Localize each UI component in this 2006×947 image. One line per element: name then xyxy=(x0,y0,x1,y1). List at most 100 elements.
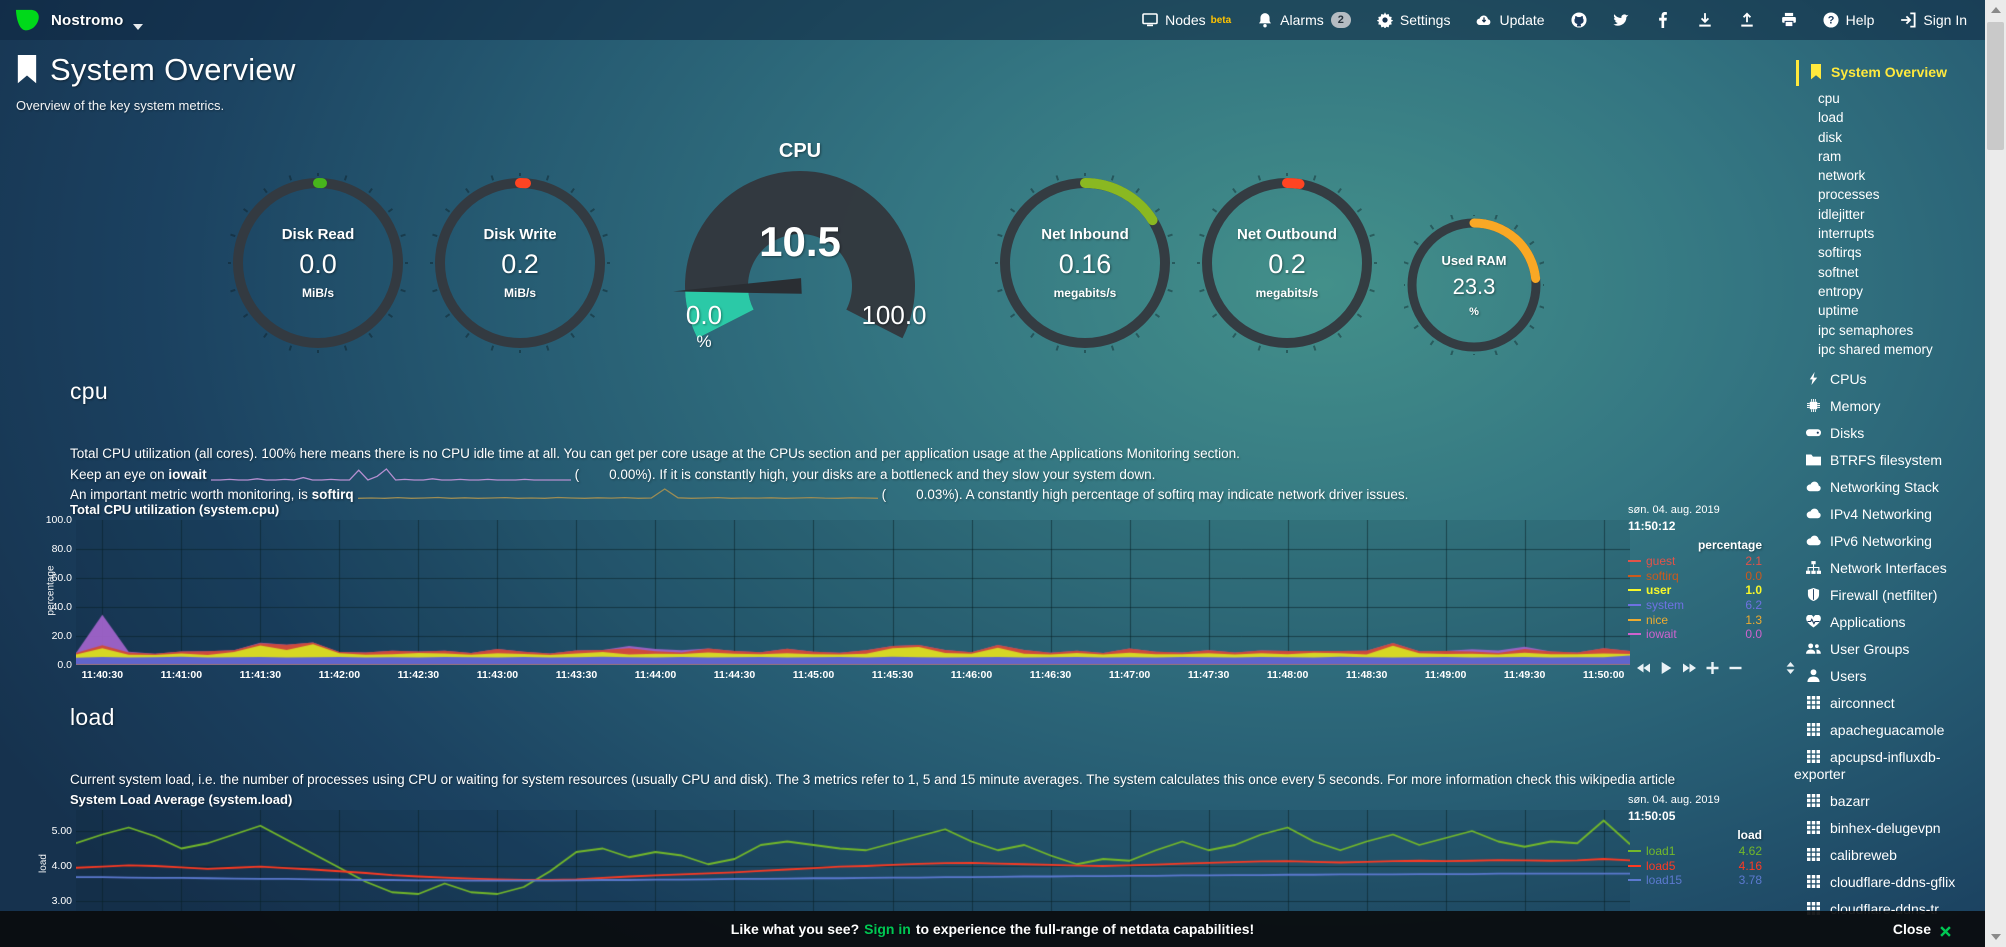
sidebar-item-ipv4-networking[interactable]: IPv4 Networking xyxy=(1794,506,1985,523)
printer-icon xyxy=(1781,12,1797,28)
sidebar-subitem-idlejitter[interactable]: idlejitter xyxy=(1818,205,1985,224)
sidebar-item-cpus[interactable]: CPUs xyxy=(1794,371,1985,388)
sidebar-subitem-network[interactable]: network xyxy=(1818,166,1985,185)
legend-row-load1[interactable]: load1 4.62 xyxy=(1628,844,1762,859)
sidebar-item-ipv6-networking[interactable]: IPv6 Networking xyxy=(1794,533,1985,550)
legend-row-load15[interactable]: load15 3.78 xyxy=(1628,873,1762,888)
scrollbar-up-arrow[interactable] xyxy=(1985,0,2006,20)
banner-text: Like what you see?Sign into experience t… xyxy=(731,921,1254,937)
nav-download-button[interactable] xyxy=(1697,12,1713,28)
sidebar-item-firewall-netfilter-[interactable]: Firewall (netfilter) xyxy=(1794,587,1985,604)
gauge-value: 0.16 xyxy=(1059,249,1112,280)
zoom-out-button[interactable] xyxy=(1729,662,1742,674)
sidebar-subitem-ipc-shared-memory[interactable]: ipc shared memory xyxy=(1818,340,1985,359)
sidebar-subitem-interrupts[interactable]: interrupts xyxy=(1818,224,1985,243)
sidebar-item-label: Memory xyxy=(1830,398,1881,414)
legend-series-name: user xyxy=(1646,583,1745,597)
nav-twitter-button[interactable] xyxy=(1613,12,1629,28)
nav-upload-button[interactable] xyxy=(1739,12,1755,28)
gauge-used-ram[interactable]: Used RAM 23.3 % xyxy=(1404,215,1544,355)
vertical-scrollbar xyxy=(1985,0,2006,947)
sidebar-subitem-uptime[interactable]: uptime xyxy=(1818,301,1985,320)
sidebar-item-system-overview[interactable]: System Overview xyxy=(1810,64,1985,80)
hostname-dropdown[interactable]: Nostromo xyxy=(14,7,143,34)
sidebar-subitem-entropy[interactable]: entropy xyxy=(1818,282,1985,301)
nav-help-button[interactable]: ?Help xyxy=(1823,12,1875,28)
gauge-disk-read[interactable]: Disk Read 0.0 MiB/s xyxy=(228,173,408,353)
x-tick-label: 11:44:30 xyxy=(704,669,764,681)
nav-github-button[interactable] xyxy=(1571,12,1587,28)
sidebar-subitem-softnet[interactable]: softnet xyxy=(1818,263,1985,282)
sidebar-subitem-processes[interactable]: processes xyxy=(1818,185,1985,204)
sidebar-item-disks[interactable]: Disks xyxy=(1794,425,1985,442)
sidebar-subitem-cpu[interactable]: cpu xyxy=(1818,89,1985,108)
sidebar-item-apcupsd-influxdb-exporter[interactable]: apcupsd-influxdb-exporter xyxy=(1794,749,1985,782)
gauge-disk-write[interactable]: Disk Write 0.2 MiB/s xyxy=(430,173,610,353)
forward-button[interactable] xyxy=(1683,662,1696,674)
sidebar-item-networking-stack[interactable]: Networking Stack xyxy=(1794,479,1985,496)
legend-row-guest[interactable]: guest 2.1 xyxy=(1628,554,1762,569)
play-button[interactable] xyxy=(1660,662,1673,674)
legend-row-system[interactable]: system 6.2 xyxy=(1628,598,1762,613)
sidebar-subitem-softirqs[interactable]: softirqs xyxy=(1818,243,1985,262)
sidebar-subitem-load[interactable]: load xyxy=(1818,108,1985,127)
grid-icon xyxy=(1806,750,1821,763)
sidebar-item-label: BTRFS filesystem xyxy=(1830,452,1942,468)
sidebar-item-binhex-delugevpn[interactable]: binhex-delugevpn xyxy=(1794,820,1985,837)
legend-row-user[interactable]: user 1.0 xyxy=(1628,583,1762,598)
load-average-chart[interactable] xyxy=(76,810,1630,911)
scrollbar-down-arrow[interactable] xyxy=(1985,927,2006,947)
backward-button[interactable] xyxy=(1637,662,1650,674)
nav-print-button[interactable] xyxy=(1781,12,1797,28)
sign-in-link[interactable]: Sign in xyxy=(864,921,911,937)
sidebar-item-cloudflare-ddns-gflix[interactable]: cloudflare-ddns-gflix xyxy=(1794,874,1985,891)
sidebar-item-user-groups[interactable]: User Groups xyxy=(1794,641,1985,658)
gauge-net-outbound[interactable]: Net Outbound 0.2 megabits/s xyxy=(1197,173,1377,353)
legend-series-value: 0.0 xyxy=(1745,627,1762,641)
gauge-net-inbound[interactable]: Net Inbound 0.16 megabits/s xyxy=(995,173,1175,353)
sidebar-item-bazarr[interactable]: bazarr xyxy=(1794,793,1985,810)
gauge-unit: % xyxy=(1469,306,1479,318)
load-chart-date: søn. 04. aug. 2019 xyxy=(1628,794,1778,806)
x-tick-label: 11:49:30 xyxy=(1495,669,1555,681)
legend-row-load5[interactable]: load5 4.16 xyxy=(1628,859,1762,874)
grid-icon xyxy=(1806,723,1821,736)
sidebar-subitem-ipc-semaphores[interactable]: ipc semaphores xyxy=(1818,321,1985,340)
sidebar-subitem-disk[interactable]: disk xyxy=(1818,128,1985,147)
legend-row-iowait[interactable]: iowait 0.0 xyxy=(1628,627,1762,642)
sidebar-item-label: Networking Stack xyxy=(1830,479,1939,495)
nav-update-button[interactable]: Update xyxy=(1476,12,1544,28)
cpu-gauge-title: CPU xyxy=(650,140,950,163)
nav-nodes-button[interactable]: Nodesbeta xyxy=(1142,12,1231,28)
cpu-chart-toolbar xyxy=(1637,662,1797,674)
sidebar-item-network-interfaces[interactable]: Network Interfaces xyxy=(1794,560,1985,577)
nav-alarms-button[interactable]: Alarms2 xyxy=(1257,12,1351,28)
sidebar-item-calibreweb[interactable]: calibreweb xyxy=(1794,847,1985,864)
sidebar-item-apacheguacamole[interactable]: apacheguacamole xyxy=(1794,722,1985,739)
scrollbar-thumb[interactable] xyxy=(1987,22,2004,150)
legend-series-value: 0.0 xyxy=(1745,569,1762,583)
nav-facebook-button[interactable] xyxy=(1655,12,1671,28)
sidebar-item-airconnect[interactable]: airconnect xyxy=(1794,695,1985,712)
legend-series-name: load1 xyxy=(1646,844,1739,858)
sidebar-subitem-ram[interactable]: ram xyxy=(1818,147,1985,166)
gear-icon xyxy=(1377,12,1393,28)
sidebar-item-label: cloudflare-ddns-gflix xyxy=(1830,874,1955,890)
sidebar-item-memory[interactable]: Memory xyxy=(1794,398,1985,415)
gauge-cpu[interactable]: CPU 10.5 0.0 100.0 % xyxy=(650,140,950,355)
sidebar-item-applications[interactable]: Applications xyxy=(1794,614,1985,631)
banner-close-button[interactable]: Close xyxy=(1893,921,1951,937)
x-tick-label: 11:47:00 xyxy=(1100,669,1160,681)
legend-row-softirq[interactable]: softirq 0.0 xyxy=(1628,569,1762,584)
cpu-utilization-chart[interactable] xyxy=(76,520,1630,665)
x-tick-label: 11:44:00 xyxy=(625,669,685,681)
zoom-in-button[interactable] xyxy=(1706,662,1719,674)
nav-sign-in-button[interactable]: Sign In xyxy=(1900,12,1967,28)
legend-row-nice[interactable]: nice 1.3 xyxy=(1628,612,1762,627)
sidebar-item-users[interactable]: Users xyxy=(1794,668,1985,685)
bolt-icon xyxy=(1806,372,1821,385)
signin-banner: Like what you see?Sign into experience t… xyxy=(0,911,1985,947)
monitor-icon xyxy=(1142,12,1158,28)
sidebar-item-btrfs-filesystem[interactable]: BTRFS filesystem xyxy=(1794,452,1985,469)
nav-settings-button[interactable]: Settings xyxy=(1377,12,1451,28)
